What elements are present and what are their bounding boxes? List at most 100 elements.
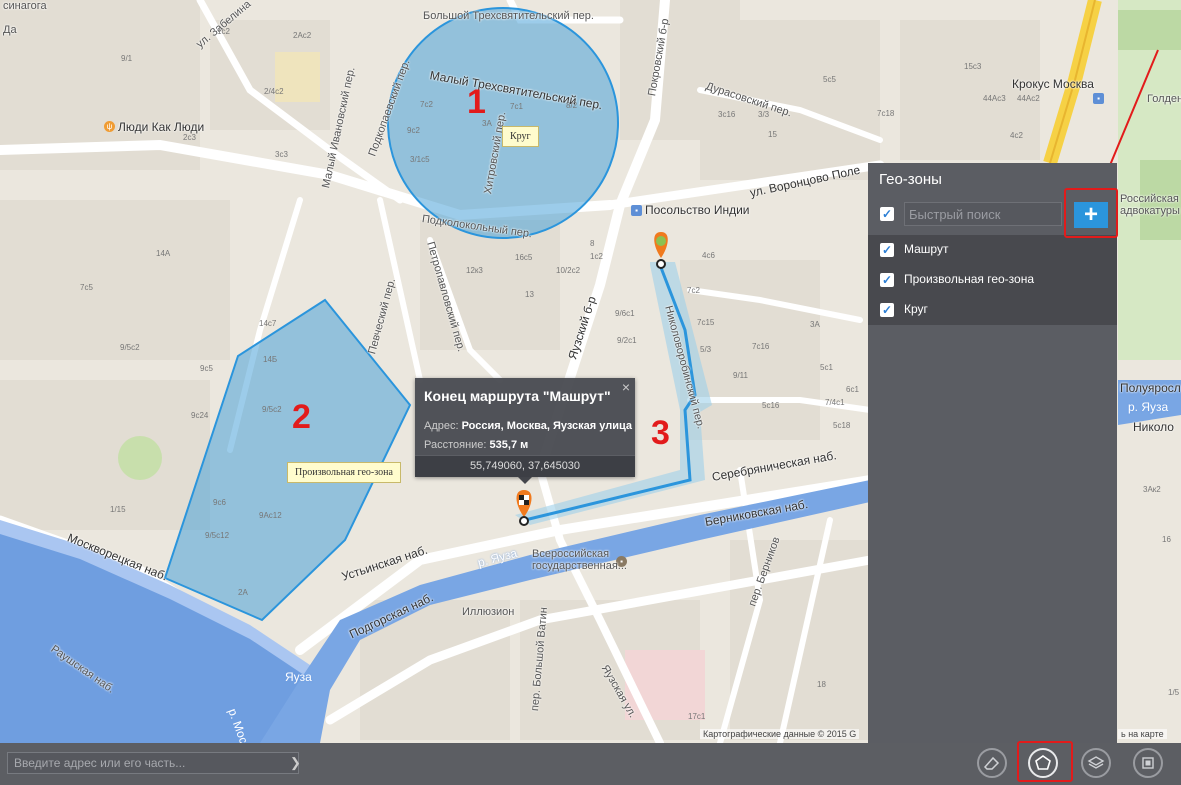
house-number: 3А	[810, 320, 820, 329]
house-number: 2А	[238, 588, 248, 597]
quick-search-input[interactable]	[904, 202, 1062, 226]
house-number: 18	[817, 680, 826, 689]
geozone-label: Круг	[904, 302, 928, 316]
house-number: 7с15	[697, 318, 715, 327]
house-number: 9с5	[200, 364, 213, 373]
street-label: Большой Трехсвятительский пер.	[423, 10, 594, 22]
address-value: Россия, Москва, Яузская улица	[461, 420, 633, 432]
geozone-item-polygon[interactable]: ✓ Произвольная гео-зона	[868, 265, 1117, 295]
house-number: 9/1	[121, 54, 133, 63]
geozones-panel: Гео-зоны ✓ + ✓ Машрут ✓ Произвольная гео…	[868, 163, 1117, 743]
house-number: 5/3	[700, 345, 712, 354]
map-copyright: Картографические данные © 2015 G	[700, 729, 860, 739]
house-number: 9с6	[213, 498, 226, 507]
house-number: 5с18	[833, 421, 851, 430]
house-number: 7с2	[687, 286, 700, 295]
house-number: 1с2	[217, 27, 230, 36]
place-label: Люди Как Люди	[118, 120, 205, 134]
annotation-highlight	[1064, 188, 1118, 238]
place-label: адвокатуры и	[1120, 205, 1181, 217]
house-number: 44Ас3	[983, 94, 1006, 103]
river-label: Яуза	[285, 670, 312, 684]
place-label: Да	[3, 24, 17, 36]
fullscreen-button[interactable]	[1133, 748, 1163, 778]
river-label: р. Яуза	[1128, 400, 1169, 414]
house-number: 9Ас12	[259, 511, 282, 520]
house-number: 16	[1162, 535, 1171, 544]
house-number: 44Ас2	[1017, 94, 1040, 103]
zone-tooltip-circle: Круг	[502, 126, 539, 147]
address-label: Адрес:	[424, 420, 459, 432]
house-number: 9/11	[733, 371, 748, 380]
house-number: 9с2	[407, 126, 420, 135]
layers-button[interactable]	[1081, 748, 1111, 778]
square-icon	[1142, 757, 1154, 769]
house-number: 14Б	[263, 355, 278, 364]
restaurant-icon: ψ	[104, 121, 115, 132]
embassy-icon: ▪	[631, 205, 642, 216]
place-label: Российская	[1120, 193, 1179, 205]
house-number: 9/5с2	[120, 343, 140, 352]
building-icon: ▪	[1093, 93, 1104, 104]
eraser-icon	[983, 756, 1000, 770]
geozone-checkbox[interactable]: ✓	[880, 303, 894, 317]
bottom-toolbar: ❯	[0, 743, 1181, 785]
house-number: 7с1	[510, 102, 523, 111]
annotation-highlight	[1017, 741, 1073, 782]
eraser-button[interactable]	[977, 748, 1007, 778]
select-all-checkbox[interactable]: ✓	[880, 207, 894, 221]
street-label: Полуяросл	[1120, 381, 1181, 395]
distance-value: 535,7 м	[489, 439, 529, 451]
house-number: 3Ак2	[1143, 485, 1161, 494]
house-number: 9/2с1	[617, 336, 637, 345]
route-end-popup: Конец маршрута "Машрут" × Адрес: Россия,…	[415, 378, 635, 484]
house-number: 8/2	[566, 101, 578, 110]
house-number: 3с3	[275, 150, 288, 159]
house-number: 13	[525, 290, 534, 299]
popup-address: Адрес: Россия, Москва, Яузская улица	[424, 420, 632, 432]
chevron-right-icon[interactable]: ❯	[290, 753, 306, 773]
house-number: 7с2	[420, 100, 433, 109]
geozone-item-circle[interactable]: ✓ Круг	[868, 295, 1117, 325]
house-number: 15с3	[964, 62, 982, 71]
house-number: 15	[768, 130, 777, 139]
house-number: 14А	[156, 249, 171, 258]
place-label: синагога	[3, 0, 47, 12]
house-number: 3с16	[718, 110, 736, 119]
house-number: 9/5с2	[262, 405, 282, 414]
geozone-item-route[interactable]: ✓ Машрут	[868, 235, 1117, 265]
place-label: Голден	[1147, 93, 1181, 105]
place-label: Посольство Индии	[645, 203, 750, 217]
house-number: 9/5с12	[205, 531, 230, 540]
house-number: 6с1	[846, 385, 859, 394]
house-number: 3/1с5	[410, 155, 430, 164]
house-number: 9/6с1	[615, 309, 635, 318]
house-number: 7/4с1	[825, 398, 845, 407]
house-number: 4с6	[702, 251, 715, 260]
house-number: 8	[590, 239, 595, 248]
zone-number-3: 3	[651, 414, 670, 452]
geozone-checkbox[interactable]: ✓	[880, 243, 894, 257]
zone-tooltip-polygon: Произвольная гео-зона	[287, 462, 401, 483]
popup-coordinates: 55,749060, 37,645030	[415, 455, 635, 477]
address-search-input[interactable]	[7, 752, 299, 774]
house-number: 14с7	[259, 319, 277, 328]
place-label: Всероссийская государственная...	[532, 548, 627, 572]
close-icon[interactable]: ×	[622, 379, 630, 395]
house-number: 9с24	[191, 411, 209, 420]
house-number: 5с1	[820, 363, 833, 372]
street-label: Николо	[1133, 420, 1174, 434]
layers-icon	[1087, 756, 1105, 769]
popup-distance: Расстояние: 535,7 м	[424, 439, 528, 451]
place-label: Крокус Москва	[1012, 77, 1094, 91]
map-report-link[interactable]: ь на карте	[1118, 729, 1167, 739]
house-number: 17с1	[688, 712, 706, 721]
geozone-checkbox[interactable]: ✓	[880, 273, 894, 287]
place-label: Иллюзион	[462, 606, 515, 618]
house-number: 12к3	[466, 266, 483, 275]
house-number: 7с18	[877, 109, 895, 118]
house-number: 4с2	[1010, 131, 1023, 140]
distance-label: Расстояние:	[424, 439, 487, 451]
house-number: 1с2	[590, 252, 603, 261]
house-number: 2Ас2	[293, 31, 312, 40]
